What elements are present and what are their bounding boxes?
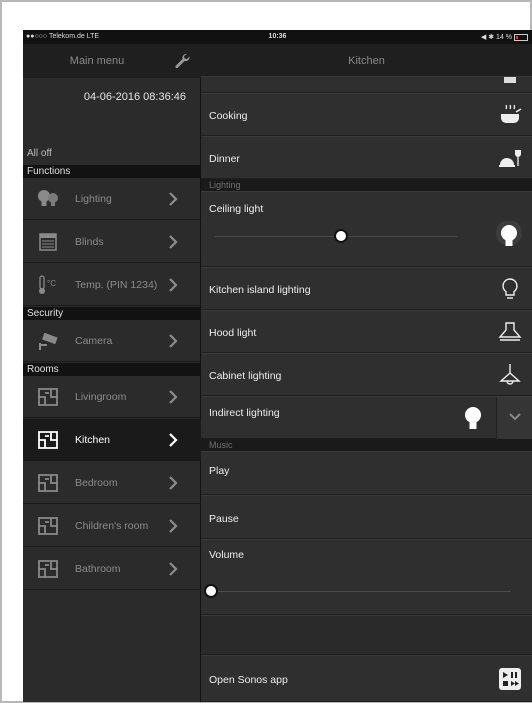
section-rooms: Rooms bbox=[23, 363, 201, 376]
sidebar-item-temperature[interactable]: °C Temp. (PIN 1234) bbox=[23, 264, 201, 306]
sidebar-title: Main menu bbox=[69, 55, 125, 67]
sidebar-item-label: Lighting bbox=[75, 193, 112, 205]
all-off-button[interactable]: All off bbox=[27, 148, 52, 159]
screenshot-frame: ●●○○○ Telekom.de LTE 10:36 ◀ ✱ 14 % Main… bbox=[0, 0, 532, 703]
chevron-right-icon bbox=[169, 433, 178, 447]
cabinet-lighting[interactable]: Cabinet lighting bbox=[201, 353, 532, 396]
empty-row bbox=[201, 615, 532, 655]
bulb-outline-icon bbox=[502, 278, 518, 299]
scene-label: Dinner bbox=[209, 153, 240, 165]
device-screen: ●●○○○ Telekom.de LTE 10:36 ◀ ✱ 14 % Main… bbox=[23, 30, 532, 702]
sonos-label: Open Sonos app bbox=[209, 674, 288, 686]
clock: 10:36 bbox=[268, 33, 287, 40]
light-label: Kitchen island lighting bbox=[209, 284, 311, 296]
datetime: 04-06-2016 08:36:46 bbox=[83, 91, 186, 103]
pause-label: Pause bbox=[209, 513, 239, 525]
battery-text: ◀ ✱ 14 % bbox=[480, 34, 512, 41]
scene-dinner[interactable]: Dinner bbox=[201, 136, 532, 179]
sidebar-item-label: Bedroom bbox=[75, 477, 118, 489]
page-title: Kitchen bbox=[201, 44, 532, 76]
scene-cooking[interactable]: Cooking bbox=[201, 93, 532, 136]
chevron-right-icon bbox=[169, 390, 178, 404]
hood-light-icon bbox=[498, 322, 522, 341]
section-lighting: Lighting bbox=[201, 179, 532, 191]
music-pause[interactable]: Pause bbox=[201, 495, 532, 539]
volume-row: Volume bbox=[201, 539, 532, 615]
sidebar-item-label: Children's room bbox=[75, 520, 149, 532]
wrench-icon[interactable] bbox=[173, 52, 191, 70]
ceiling-light-row: Ceiling light bbox=[201, 191, 532, 267]
chevron-right-icon bbox=[169, 562, 178, 576]
indirect-lighting[interactable]: Indirect lighting bbox=[201, 396, 532, 439]
chevron-right-icon bbox=[169, 192, 178, 206]
sidebar-item-blinds[interactable]: Blinds bbox=[23, 221, 201, 263]
scene-label: Cooking bbox=[209, 110, 248, 122]
svg-text:°C: °C bbox=[47, 279, 56, 288]
ceiling-light-label: Ceiling light bbox=[209, 203, 264, 215]
chevron-right-icon bbox=[169, 235, 178, 249]
bulb-on-icon[interactable] bbox=[494, 221, 524, 251]
scene-icon bbox=[504, 77, 516, 83]
battery-icon bbox=[514, 33, 528, 41]
bulb-on-icon bbox=[465, 407, 481, 429]
expand-button[interactable] bbox=[496, 397, 532, 439]
sidebar-item-bedroom[interactable]: Bedroom bbox=[23, 462, 201, 504]
blinds-icon bbox=[39, 233, 57, 251]
sidebar-item-livingroom[interactable]: Livingroom bbox=[23, 376, 201, 418]
sidebar-item-label: Camera bbox=[75, 335, 113, 347]
volume-slider-knob[interactable] bbox=[204, 584, 218, 598]
sidebar: Main menu 04-06-2016 08:36:46 All off Fu… bbox=[23, 44, 201, 702]
room-icon bbox=[38, 560, 58, 578]
sonos-app-icon bbox=[499, 668, 521, 690]
section-music: Music bbox=[201, 439, 532, 451]
scene-row-partial[interactable] bbox=[201, 76, 532, 93]
sidebar-item-camera[interactable]: Camera bbox=[23, 320, 201, 362]
light-label: Cabinet lighting bbox=[209, 370, 282, 382]
chevron-right-icon bbox=[169, 278, 178, 292]
volume-slider-track[interactable] bbox=[211, 591, 511, 592]
sidebar-item-kitchen[interactable]: Kitchen bbox=[23, 419, 201, 461]
room-icon bbox=[38, 474, 58, 492]
room-icon bbox=[38, 517, 58, 535]
chevron-right-icon bbox=[169, 519, 178, 533]
room-icon bbox=[38, 388, 58, 406]
sidebar-item-lighting[interactable]: Lighting bbox=[23, 178, 201, 220]
hood-light[interactable]: Hood light bbox=[201, 310, 532, 353]
sidebar-item-label: Livingroom bbox=[75, 391, 127, 403]
chevron-right-icon bbox=[169, 476, 178, 490]
cooking-pot-icon bbox=[501, 104, 522, 123]
section-functions: Functions bbox=[23, 165, 201, 178]
chevron-right-icon bbox=[169, 334, 178, 348]
battery-status: ◀ ✱ 14 % bbox=[481, 33, 528, 41]
bulbs-icon bbox=[38, 190, 58, 206]
cabinet-lamp-icon bbox=[499, 364, 521, 385]
open-sonos-app[interactable]: Open Sonos app bbox=[201, 655, 532, 702]
sidebar-item-childrens-room[interactable]: Children's room bbox=[23, 505, 201, 547]
light-label: Indirect lighting bbox=[209, 407, 280, 419]
chevron-down-icon bbox=[509, 413, 521, 421]
sidebar-item-label: Bathroom bbox=[75, 563, 121, 575]
status-bar: ●●○○○ Telekom.de LTE 10:36 ◀ ✱ 14 % bbox=[23, 30, 532, 44]
music-play[interactable]: Play bbox=[201, 451, 532, 495]
sidebar-item-bathroom[interactable]: Bathroom bbox=[23, 548, 201, 590]
sidebar-item-label: Blinds bbox=[75, 236, 104, 248]
play-label: Play bbox=[209, 465, 230, 477]
sidebar-item-label: Temp. (PIN 1234) bbox=[75, 279, 158, 291]
sidebar-header: Main menu bbox=[23, 44, 201, 78]
section-security: Security bbox=[23, 307, 201, 320]
kitchen-island-lighting[interactable]: Kitchen island lighting bbox=[201, 267, 532, 310]
light-label: Hood light bbox=[209, 327, 257, 339]
ceiling-light-slider-knob[interactable] bbox=[333, 229, 348, 243]
volume-label: Volume bbox=[209, 549, 245, 561]
sidebar-item-label: Kitchen bbox=[75, 434, 111, 446]
room-icon bbox=[38, 431, 58, 449]
camera-icon bbox=[39, 332, 58, 350]
dinner-icon bbox=[499, 150, 521, 167]
thermometer-icon: °C bbox=[39, 275, 56, 294]
main-panel: Kitchen Cooking Dinner Lighting Ceiling … bbox=[201, 44, 532, 702]
